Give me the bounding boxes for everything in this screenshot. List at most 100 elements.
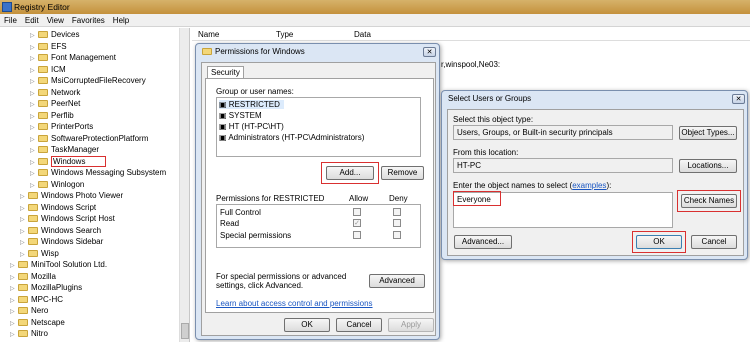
tree-item-label: MiniTool Solution Ltd. (31, 260, 108, 269)
tree-item[interactable]: ▷ PeerNet (30, 98, 80, 109)
menu-bar: File Edit View Favorites Help (0, 14, 750, 27)
tree-item[interactable]: ▷ Devices (30, 29, 79, 40)
folder-icon (202, 48, 212, 55)
tree-item-label: Font Management (51, 53, 116, 62)
tree-item[interactable]: ▷ Winlogon (30, 179, 84, 190)
tree-item-label: Windows Photo Viewer (41, 191, 124, 200)
tree-item[interactable]: ▷ Windows Script (20, 202, 96, 213)
tree-item-label: Perflib (51, 110, 74, 120)
column-data[interactable]: Data (354, 30, 371, 39)
expand-arrow-icon[interactable]: ▷ (10, 330, 16, 341)
enter-names-label: Enter the object names to select (exampl… (453, 181, 612, 190)
allow-header: Allow (349, 194, 369, 203)
perm-name: Full Control (220, 208, 261, 217)
tree-item[interactable]: ▷ Windows (30, 155, 107, 167)
allow-checkbox[interactable] (353, 208, 361, 216)
tree-item[interactable]: ▷ Mozilla (10, 271, 56, 282)
advanced-button[interactable]: Advanced (369, 274, 425, 288)
folder-icon (28, 249, 38, 257)
tree-item[interactable]: ▷ Windows Sidebar (20, 236, 103, 247)
value-data-text: r,winspool,Ne03: (441, 60, 501, 69)
tree-item[interactable]: ▷ Nero (10, 305, 48, 316)
menu-edit[interactable]: Edit (21, 14, 43, 27)
allow-checkbox[interactable] (353, 231, 361, 239)
tree-item[interactable]: ▷ Font Management (30, 52, 116, 63)
select-users-dialog: Select Users or Groups ✕ Select this obj… (441, 90, 748, 260)
tree-item[interactable]: ▷ Wisp (20, 248, 59, 259)
registry-editor-icon (2, 2, 12, 12)
tree-item-label: MozillaPlugins (31, 283, 83, 292)
scroll-thumb[interactable] (181, 323, 189, 339)
folder-icon (18, 330, 28, 337)
tree-item[interactable]: ▷ Windows Messaging Subsystem (30, 167, 166, 178)
highlight-check-names (677, 190, 741, 212)
tree-item[interactable]: ▷ PrinterPorts (30, 121, 93, 132)
allow-checkbox[interactable]: ✓ (353, 219, 361, 227)
ok-button[interactable]: OK (284, 318, 330, 332)
tree-item-label: Network (51, 87, 81, 97)
cancel-button[interactable]: Cancel (336, 318, 382, 332)
tree-item[interactable]: ▷ MPC-HC (10, 294, 63, 305)
deny-checkbox[interactable] (393, 231, 401, 239)
user-list[interactable]: ▣ RESTRICTED ▣ SYSTEM ▣ HT (HT-PC\HT) ▣ … (216, 97, 421, 157)
tree-item[interactable]: ▷ Network (30, 87, 80, 98)
tree-item[interactable]: ▷ Windows Script Host (20, 213, 115, 224)
tree-item[interactable]: ▷ Netscape (10, 317, 65, 328)
tree-item[interactable]: ▷ MsiCorruptedFileRecovery (30, 75, 146, 86)
tree-item[interactable]: ▷ Nitro (10, 328, 48, 339)
tree-item-label: Windows Messaging Subsystem (51, 168, 167, 177)
folder-icon (38, 134, 48, 142)
tree-item-label: Nitro (31, 329, 48, 338)
tab-security[interactable]: Security (207, 66, 244, 78)
list-item[interactable]: ▣ Administrators (HT-PC\Administrators) (219, 133, 364, 142)
folder-icon (38, 77, 48, 84)
cancel-button[interactable]: Cancel (691, 235, 737, 249)
menu-view[interactable]: View (43, 14, 68, 27)
tree-item[interactable]: ▷ MiniTool Solution Ltd. (10, 259, 107, 270)
tree-item[interactable]: ▷ SoftwareProtectionPlatform (30, 133, 148, 144)
learn-link[interactable]: Learn about access control and permissio… (216, 299, 373, 308)
tree-item-label: Windows Sidebar (41, 237, 104, 246)
object-types-button[interactable]: Object Types... (679, 126, 737, 140)
menu-file[interactable]: File (0, 14, 21, 27)
folder-icon (38, 157, 48, 165)
tree-item[interactable]: ▷ TaskManager (30, 144, 99, 155)
list-item[interactable]: ▣ SYSTEM (219, 111, 262, 120)
tree-item-label: PeerNet (51, 99, 81, 108)
security-tab-panel: Group or user names: ▣ RESTRICTED ▣ SYST… (205, 78, 434, 313)
folder-icon (38, 146, 48, 153)
apply-button[interactable]: Apply (388, 318, 434, 332)
advanced-button[interactable]: Advanced... (454, 235, 512, 249)
group-label: Group or user names: (216, 87, 294, 96)
tree-item[interactable]: ▷ Perflib (30, 110, 74, 121)
column-name[interactable]: Name (198, 30, 219, 39)
folder-icon (38, 54, 48, 61)
menu-favorites[interactable]: Favorites (68, 14, 109, 27)
tree-item[interactable]: ▷ Windows Search (20, 225, 101, 236)
registry-tree[interactable]: ▷ Devices ▷ EFS ▷ Font Management ▷ ICM ▷ MsiCorr… (0, 28, 190, 342)
remove-button[interactable]: Remove (381, 166, 424, 180)
deny-checkbox[interactable] (393, 208, 401, 216)
tree-item[interactable]: ▷ ICM (30, 64, 66, 75)
tree-scrollbar[interactable] (179, 28, 189, 342)
folder-icon (28, 226, 38, 234)
folder-icon (38, 123, 48, 130)
list-item[interactable]: ▣ RESTRICTED (219, 100, 284, 109)
folder-icon (18, 272, 28, 280)
tree-item[interactable]: ▷ MozillaPlugins (10, 282, 82, 293)
folder-icon (38, 111, 48, 119)
permissions-dialog-title: Permissions for Windows (196, 44, 439, 60)
column-type[interactable]: Type (276, 30, 293, 39)
close-icon[interactable]: ✕ (732, 94, 745, 104)
locations-button[interactable]: Locations... (679, 159, 737, 173)
tree-item-label: Mozilla (31, 271, 56, 281)
examples-link[interactable]: examples (572, 181, 606, 190)
tree-item[interactable]: ▷ EFS (30, 41, 67, 52)
folder-icon (18, 295, 28, 303)
list-item[interactable]: ▣ HT (HT-PC\HT) (219, 122, 284, 131)
deny-checkbox[interactable] (393, 219, 401, 227)
tree-item[interactable]: ▷ Windows Photo Viewer (20, 190, 123, 201)
folder-icon (28, 238, 38, 245)
menu-help[interactable]: Help (109, 14, 133, 27)
close-icon[interactable]: ✕ (423, 47, 436, 57)
